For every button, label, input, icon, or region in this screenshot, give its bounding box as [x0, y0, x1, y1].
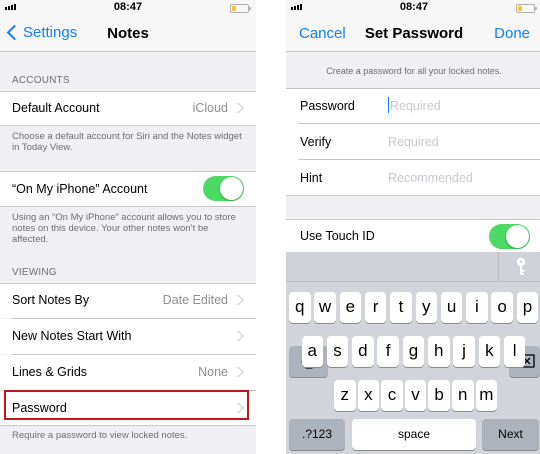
key-z[interactable]: z — [334, 380, 356, 411]
key-n[interactable]: n — [452, 380, 474, 411]
key-x[interactable]: x — [357, 380, 380, 411]
verify-field[interactable]: Required — [388, 135, 439, 149]
lines-grids-label: Lines & Grids — [12, 365, 88, 379]
touch-id-label: Use Touch ID — [300, 229, 375, 243]
key-t[interactable]: t — [390, 292, 412, 323]
page-title: Notes — [107, 25, 149, 42]
key-icon[interactable] — [515, 257, 527, 277]
password-footer: Require a password to view locked notes. — [12, 430, 188, 441]
key-a[interactable]: a — [301, 336, 323, 367]
new-notes-start-label: New Notes Start With — [12, 329, 132, 343]
password-form: Password Required Verify Required Hint R… — [286, 88, 540, 196]
key-k[interactable]: k — [478, 336, 501, 367]
section-header-accounts: ACCOUNTS — [12, 75, 70, 86]
default-account-value: iCloud — [192, 101, 228, 115]
key-w[interactable]: w — [314, 292, 336, 323]
battery-icon — [516, 4, 537, 13]
hint-field-row[interactable]: Hint Recommended — [286, 160, 540, 196]
battery-icon — [230, 4, 251, 13]
chevron-right-icon — [232, 102, 244, 114]
key-o[interactable]: o — [491, 292, 513, 323]
section-header-viewing: VIEWING — [12, 267, 57, 278]
password-field[interactable]: Required — [390, 99, 441, 113]
space-key[interactable]: space — [352, 419, 476, 450]
sort-notes-row[interactable]: Sort Notes By Date Edited — [0, 283, 256, 319]
key-f[interactable]: f — [377, 336, 399, 367]
on-my-iphone-footer: Using an “On My iPhone” account allows y… — [12, 212, 236, 245]
key-b[interactable]: b — [428, 380, 450, 411]
key-q[interactable]: q — [289, 292, 311, 323]
key-g[interactable]: g — [402, 336, 425, 367]
done-button[interactable]: Done — [494, 25, 530, 42]
new-notes-start-row[interactable]: New Notes Start With — [0, 319, 256, 355]
password-highlight — [4, 390, 249, 420]
key-s[interactable]: s — [326, 336, 349, 367]
default-account-footer: Choose a default account for Siri and th… — [12, 131, 242, 153]
key-m[interactable]: m — [475, 380, 498, 411]
key-c[interactable]: c — [381, 380, 403, 411]
key-e[interactable]: e — [339, 292, 362, 323]
sort-notes-value: Date Edited — [162, 293, 228, 307]
key-u[interactable]: u — [440, 292, 463, 323]
hint-field-label: Hint — [300, 171, 323, 185]
key-i[interactable]: i — [466, 292, 488, 323]
status-time: 08:47 — [113, 1, 143, 13]
verify-field-label: Verify — [300, 135, 332, 149]
notes-settings-screen: 08:47 Settings Notes ACCOUNTS Default Ac… — [0, 0, 256, 454]
chevron-right-icon — [232, 294, 244, 306]
lines-grids-row[interactable]: Lines & Grids None — [0, 355, 256, 391]
key-j[interactable]: j — [453, 336, 475, 367]
password-field-label: Password — [300, 99, 355, 113]
key-r[interactable]: r — [364, 292, 387, 323]
key-l[interactable]: l — [503, 336, 526, 367]
status-time: 08:47 — [399, 1, 429, 13]
default-account-label: Default Account — [12, 101, 100, 115]
password-field-row[interactable]: Password Required — [286, 88, 540, 124]
hint-field[interactable]: Recommended — [388, 171, 473, 185]
key-y[interactable]: y — [415, 292, 437, 323]
on-my-iphone-row: “On My iPhone” Account — [0, 171, 256, 207]
on-my-iphone-toggle[interactable] — [203, 176, 244, 201]
keyboard-suggestion-bar — [286, 252, 540, 282]
text-cursor — [388, 97, 389, 113]
key-p[interactable]: p — [516, 292, 539, 323]
chevron-right-icon — [232, 366, 244, 378]
default-account-row[interactable]: Default Account iCloud — [0, 91, 256, 126]
numbers-key[interactable]: .?123 — [289, 419, 345, 450]
status-bar: 08:47 — [0, 0, 256, 16]
sort-notes-label: Sort Notes By — [12, 293, 90, 307]
keyboard: .?123 space Next qwertyuiop asdfghjkl zxcv… — [286, 252, 540, 454]
set-password-screen: 08:47 Cancel Set Password Done Create a … — [286, 0, 540, 454]
key-v[interactable]: v — [404, 380, 427, 411]
status-bar: 08:47 — [286, 0, 540, 16]
on-my-iphone-label: “On My iPhone” Account — [12, 182, 148, 196]
touch-id-toggle[interactable] — [489, 224, 530, 249]
nav-bar: Cancel Set Password Done — [286, 16, 540, 52]
chevron-right-icon — [232, 330, 244, 342]
key-h[interactable]: h — [428, 336, 450, 367]
lines-grids-value: None — [198, 365, 228, 379]
next-key[interactable]: Next — [482, 419, 539, 450]
verify-field-row[interactable]: Verify Required — [286, 124, 540, 160]
touch-id-row: Use Touch ID — [286, 219, 540, 252]
key-d[interactable]: d — [352, 336, 374, 367]
password-info-text: Create a password for all your locked no… — [326, 66, 502, 76]
nav-bar: Settings Notes — [0, 16, 256, 52]
